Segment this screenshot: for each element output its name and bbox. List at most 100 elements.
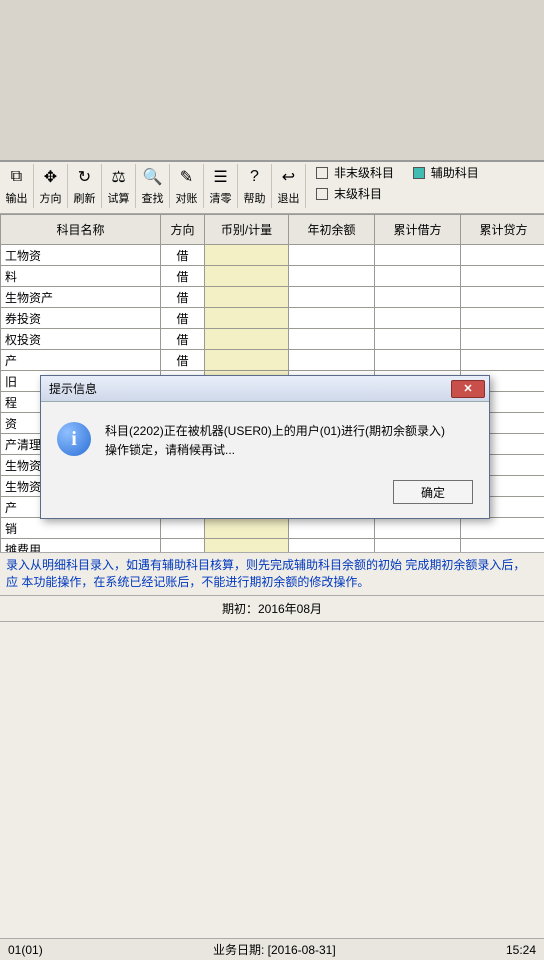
table-row[interactable]: 产借 [1,350,544,371]
cell-dir: 借 [161,287,205,308]
tb-label: 清零 [210,190,232,206]
cell-cur [205,287,289,308]
cell-dir: 借 [161,266,205,287]
table-row[interactable]: 生物资产借 [1,287,544,308]
tb-exit[interactable]: ↩ 退出 [272,164,306,208]
hint-text: 录入从明细科目录入，如遇有辅助科目核算，则先完成辅助科目余额的初始 完成期初余额… [0,552,544,595]
cell-name: 产 [1,350,161,371]
cell-dir [161,518,205,539]
cell-cre[interactable] [461,308,544,329]
tb-help[interactable]: ?帮助 [238,164,272,208]
tb-refresh[interactable]: ↻ 刷新 [68,164,102,208]
dialog-message: 科目(2202)正在被机器(USER0)上的用户(01)进行(期初余额录入) 操… [105,422,445,460]
exit-icon: ↩ [282,166,295,188]
table-row[interactable]: 权投资借 [1,329,544,350]
ok-button[interactable]: 确定 [393,480,473,504]
cell-bal[interactable] [289,308,375,329]
cell-dir: 借 [161,350,205,371]
legend-nonleaf: 非末级科目 [334,164,394,181]
col-cre[interactable]: 累计贷方 [461,215,544,245]
status-bar: 01(01) 业务日期: [2016-08-31] 15:24 [0,938,544,960]
col-dir[interactable]: 方向 [161,215,205,245]
cell-deb[interactable] [375,518,461,539]
table-row[interactable]: 券投资借 [1,308,544,329]
period-label: 期初： [222,602,258,616]
cell-cur [205,266,289,287]
cell-name: 工物资 [1,245,161,266]
col-deb[interactable]: 累计借方 [375,215,461,245]
cell-deb[interactable] [375,245,461,266]
col-name[interactable]: 科目名称 [1,215,161,245]
cell-bal[interactable] [289,287,375,308]
info-dialog: 提示信息 ✕ i 科目(2202)正在被机器(USER0)上的用户(01)进行(… [40,375,490,519]
output-icon: ⧉ [11,166,22,188]
cell-cre[interactable] [461,266,544,287]
tb-find[interactable]: 🔍查找 [136,164,170,208]
cell-cre[interactable] [461,539,544,553]
cell-bal[interactable] [289,245,375,266]
cell-cre[interactable] [461,245,544,266]
tb-clear[interactable]: ☰ 清零 [204,164,238,208]
cell-bal[interactable] [289,266,375,287]
cell-cre[interactable] [461,287,544,308]
tb-reconcile[interactable]: ✎对账 [170,164,204,208]
table-row[interactable]: 料借 [1,266,544,287]
legend-aux: 辅助科目 [431,164,479,181]
clear-icon: ☰ [213,166,227,188]
cell-cur [205,350,289,371]
info-icon: i [57,422,91,456]
cell-deb[interactable] [375,308,461,329]
tb-label: 刷新 [74,190,96,206]
tb-output[interactable]: ⧉ 输出 [0,164,34,208]
cell-cur [205,329,289,350]
col-cur[interactable]: 币别/计量 [205,215,289,245]
status-date-label: 业务日期: [213,943,264,957]
cell-deb[interactable] [375,539,461,553]
cell-deb[interactable] [375,266,461,287]
close-button[interactable]: ✕ [451,380,485,398]
cell-dir: 借 [161,329,205,350]
cell-name: 料 [1,266,161,287]
cell-bal[interactable] [289,518,375,539]
cell-bal[interactable] [289,329,375,350]
cell-name: 权投资 [1,329,161,350]
tb-label: 查找 [142,190,164,206]
cell-cur [205,245,289,266]
toolbar: ⧉ 输出 ✥方向 ↻ 刷新 ⚖试算 🔍查找 ✎对账 ☰ 清零 ?帮助 ↩ 退出 非末级科… [0,162,544,214]
table-row[interactable]: 销 [1,518,544,539]
tb-label: 输出 [6,190,28,206]
cell-deb[interactable] [375,350,461,371]
cell-deb[interactable] [375,287,461,308]
help-icon: ? [250,166,259,188]
cell-name: 销 [1,518,161,539]
cell-cur [205,308,289,329]
cell-dir [161,539,205,553]
tb-direction[interactable]: ✥方向 [34,164,68,208]
period-bar: 期初：2016年08月 [0,595,544,622]
cell-cre[interactable] [461,518,544,539]
table-row[interactable]: 工物资借 [1,245,544,266]
refresh-icon: ↻ [78,166,91,188]
cell-cre[interactable] [461,329,544,350]
close-icon: ✕ [463,382,472,395]
status-date: [2016-08-31] [268,943,336,957]
dialog-title: 提示信息 [49,380,451,397]
cell-deb[interactable] [375,329,461,350]
tb-label: 退出 [278,190,300,206]
cell-cur [205,539,289,553]
status-time: 15:24 [506,943,536,957]
square-icon [316,188,328,200]
cell-bal[interactable] [289,539,375,553]
cell-cre[interactable] [461,350,544,371]
cell-dir: 借 [161,245,205,266]
square-icon [316,167,328,179]
cell-dir: 借 [161,308,205,329]
col-bal[interactable]: 年初余额 [289,215,375,245]
pencil-icon: ✎ [180,166,193,188]
cell-bal[interactable] [289,350,375,371]
dialog-titlebar[interactable]: 提示信息 ✕ [41,376,489,402]
trial-icon: ⚖ [111,166,125,188]
table-row[interactable]: 摊费用 [1,539,544,553]
direction-icon: ✥ [44,166,57,188]
tb-trial[interactable]: ⚖试算 [102,164,136,208]
